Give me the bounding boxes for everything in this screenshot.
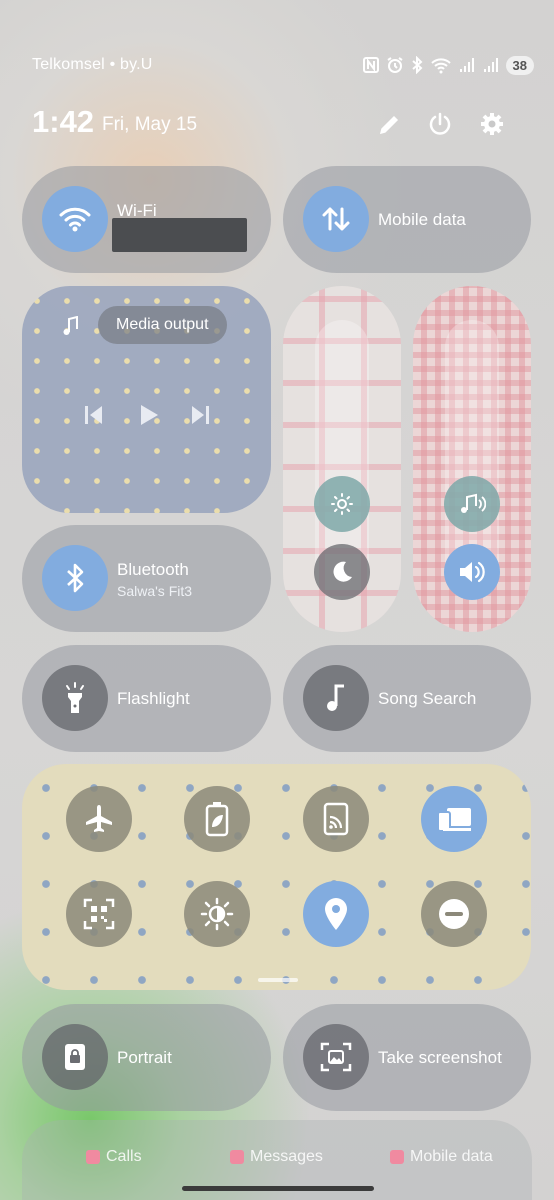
bluetooth-label: Bluetooth bbox=[117, 560, 189, 579]
media-output-label: Media output bbox=[116, 316, 209, 333]
bluetooth-icon bbox=[411, 56, 422, 74]
portrait-tile[interactable]: Portrait bbox=[22, 1004, 271, 1111]
next-icon[interactable] bbox=[190, 404, 210, 426]
messages-shortcut[interactable]: Messages bbox=[230, 1148, 323, 1166]
redacted-network-name bbox=[112, 218, 247, 252]
heart-icon bbox=[86, 1150, 100, 1164]
volume-icon[interactable] bbox=[444, 544, 500, 600]
take-screenshot-tile[interactable]: Take screenshot bbox=[283, 1004, 531, 1111]
settings-icon[interactable] bbox=[476, 108, 508, 140]
previous-icon[interactable] bbox=[84, 404, 104, 426]
nfc-icon bbox=[362, 57, 379, 73]
eye-comfort-icon[interactable] bbox=[184, 881, 250, 947]
edit-icon[interactable] bbox=[374, 108, 406, 140]
brightness-slider[interactable] bbox=[283, 286, 401, 632]
portrait-label: Portrait bbox=[117, 1048, 172, 1067]
qr-scanner-icon[interactable] bbox=[66, 881, 132, 947]
bluetooth-tile[interactable]: Bluetooth Salwa's Fit3 bbox=[22, 525, 271, 632]
media-tile[interactable]: Media output bbox=[22, 286, 271, 513]
heart-icon bbox=[390, 1150, 404, 1164]
mobile-data-shortcut-label: Mobile data bbox=[410, 1148, 493, 1165]
wifi-icon[interactable] bbox=[42, 186, 108, 252]
mobile-data-shortcut[interactable]: Mobile data bbox=[390, 1148, 493, 1166]
dnd-icon[interactable] bbox=[421, 881, 487, 947]
music-note-icon bbox=[63, 316, 78, 335]
volume-slider[interactable] bbox=[413, 286, 531, 632]
messages-label: Messages bbox=[250, 1148, 323, 1165]
page-handle[interactable] bbox=[258, 978, 298, 982]
bluetooth-device: Salwa's Fit3 bbox=[117, 583, 193, 599]
airplane-icon[interactable] bbox=[66, 786, 132, 852]
heart-icon bbox=[230, 1150, 244, 1164]
media-output-button[interactable]: Media output bbox=[98, 306, 227, 344]
signal-icon bbox=[483, 58, 498, 72]
wifi-icon bbox=[430, 58, 451, 74]
play-icon[interactable] bbox=[138, 403, 160, 427]
carrier-label: Telkomsel • by.U bbox=[32, 56, 153, 73]
status-icons: 38 bbox=[362, 52, 534, 78]
cast-icon[interactable] bbox=[303, 786, 369, 852]
portrait-lock-icon[interactable] bbox=[42, 1024, 108, 1090]
song-search-tile[interactable]: Song Search bbox=[283, 645, 531, 752]
power-icon[interactable] bbox=[424, 108, 456, 140]
song-search-label: Song Search bbox=[378, 689, 477, 708]
signal-icon bbox=[459, 58, 474, 72]
bluetooth-icon[interactable] bbox=[42, 545, 108, 611]
music-note-icon[interactable] bbox=[303, 665, 369, 731]
flashlight-label: Flashlight bbox=[117, 689, 190, 708]
quick-settings-grid bbox=[22, 764, 531, 990]
battery-badge: 38 bbox=[505, 55, 534, 75]
device-connect-icon[interactable] bbox=[421, 786, 487, 852]
data-transfer-icon[interactable] bbox=[303, 186, 369, 252]
calls-shortcut[interactable]: Calls bbox=[86, 1148, 142, 1166]
take-screenshot-label: Take screenshot bbox=[378, 1048, 502, 1067]
mobile-data-label: Mobile data bbox=[378, 210, 466, 229]
battery-saver-icon[interactable] bbox=[184, 786, 250, 852]
home-indicator[interactable] bbox=[182, 1186, 374, 1191]
mobile-data-tile[interactable]: Mobile data bbox=[283, 166, 531, 273]
dark-mode-icon[interactable] bbox=[314, 544, 370, 600]
clock-date: Fri, May 15 bbox=[102, 114, 198, 135]
alarm-icon bbox=[386, 57, 403, 73]
wifi-tile[interactable]: Wi-Fi bbox=[22, 166, 271, 273]
flashlight-tile[interactable]: Flashlight bbox=[22, 645, 271, 752]
location-icon[interactable] bbox=[303, 881, 369, 947]
screenshot-icon[interactable] bbox=[303, 1024, 369, 1090]
clock-time: 1:42 bbox=[32, 104, 95, 139]
media-volume-icon bbox=[444, 476, 500, 532]
flashlight-icon[interactable] bbox=[42, 665, 108, 731]
brightness-icon bbox=[314, 476, 370, 532]
calls-label: Calls bbox=[106, 1148, 142, 1165]
